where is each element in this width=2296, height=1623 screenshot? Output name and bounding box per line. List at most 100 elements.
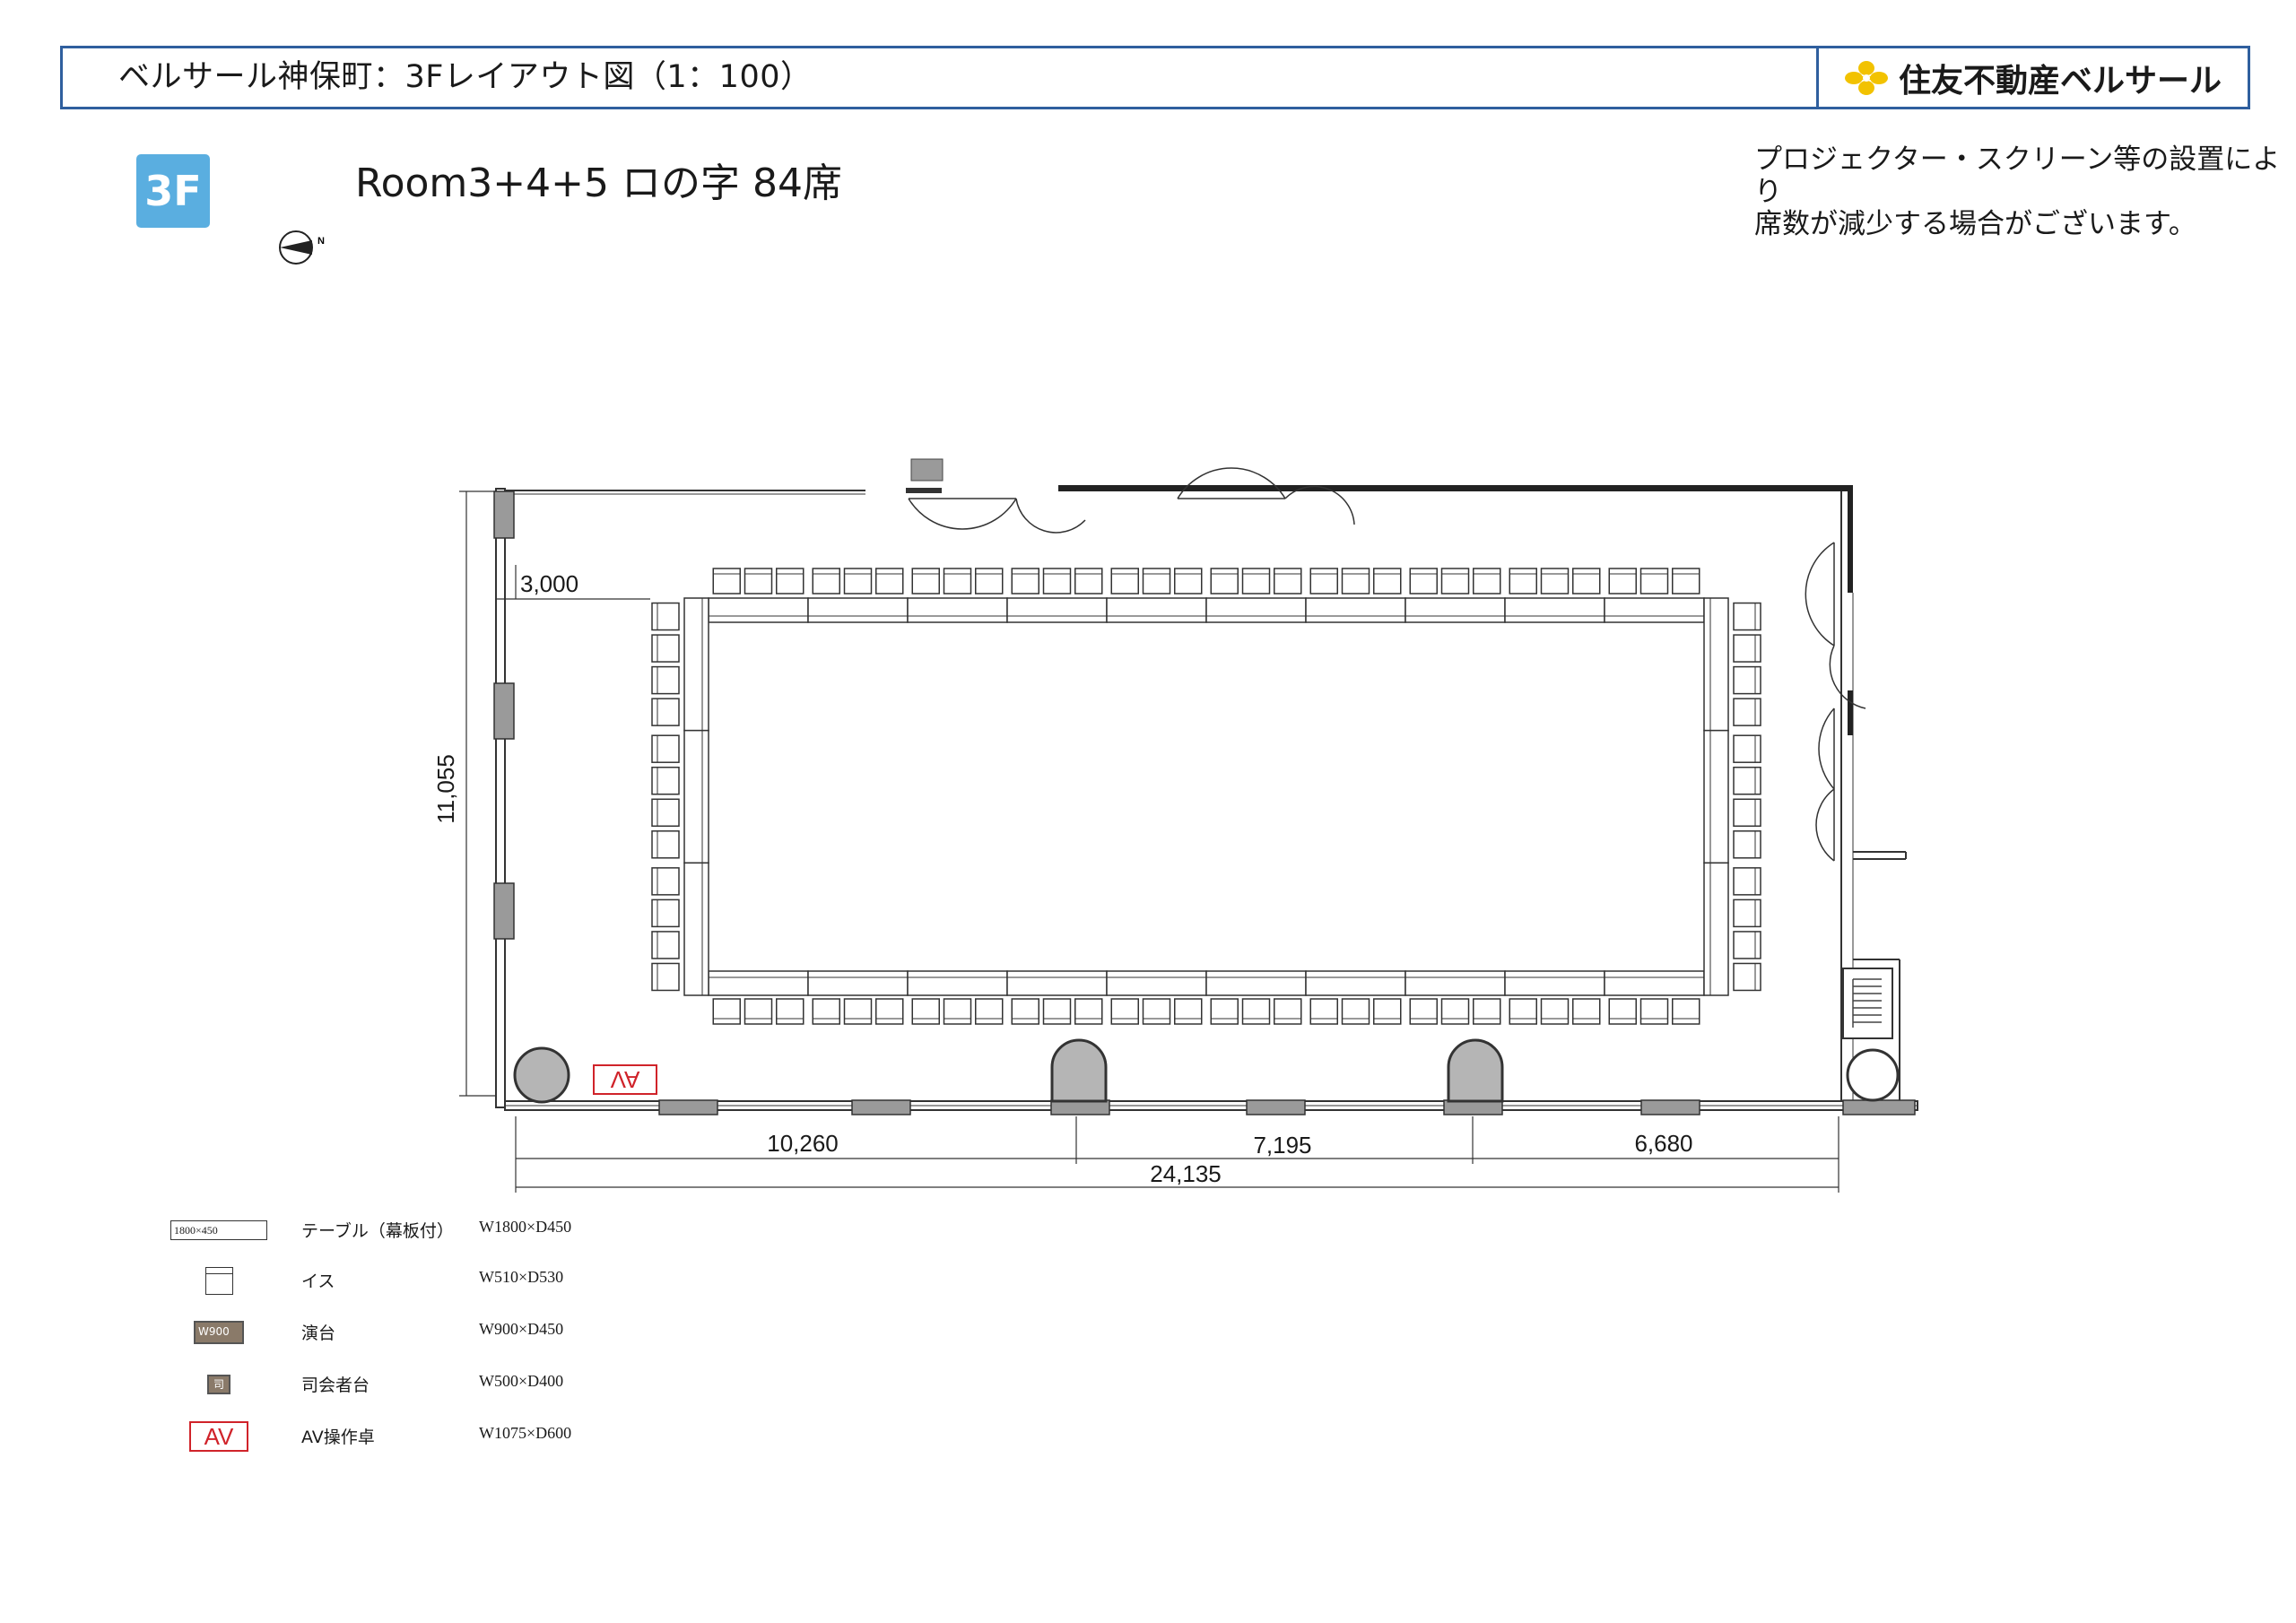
chair — [1274, 568, 1302, 595]
chair — [1733, 830, 1761, 859]
table — [1703, 597, 1729, 732]
table — [1205, 597, 1307, 623]
table — [683, 597, 709, 732]
chair — [1074, 568, 1103, 595]
chair — [651, 734, 680, 763]
chair — [1733, 734, 1761, 763]
legend-size: W900×D450 — [479, 1320, 564, 1338]
dim-seg1: 10,260 — [767, 1130, 839, 1157]
chair — [744, 568, 773, 595]
seating-layout — [651, 568, 1761, 1025]
chair — [1142, 998, 1171, 1025]
table — [683, 862, 709, 996]
table-symbol: 1800×450 — [170, 1220, 267, 1240]
chair — [651, 602, 680, 631]
chair — [1639, 568, 1669, 595]
legend-size: W510×D530 — [479, 1268, 564, 1286]
chair — [1733, 931, 1761, 959]
chair — [1509, 998, 1537, 1025]
table — [1205, 970, 1307, 996]
chair — [651, 698, 680, 726]
chair — [1210, 568, 1239, 595]
chair — [1733, 867, 1761, 896]
chair — [1672, 998, 1700, 1025]
legend-row-table: 1800×450 テーブル（幕板付） W1800×D450 — [0, 1212, 718, 1248]
chair — [1341, 568, 1370, 595]
table — [1703, 862, 1729, 996]
chair — [1733, 898, 1761, 928]
table — [1006, 970, 1108, 996]
table — [807, 970, 909, 996]
chair — [1409, 998, 1438, 1025]
table — [907, 970, 1008, 996]
dim-seg3: 6,680 — [1634, 1130, 1692, 1157]
chair — [1733, 634, 1761, 663]
table — [1703, 729, 1729, 864]
chair — [651, 867, 680, 896]
chair — [1042, 998, 1072, 1025]
av-symbol: AV — [189, 1421, 248, 1452]
chair — [1174, 998, 1203, 1025]
legend-name: AV操作卓 — [301, 1428, 375, 1447]
chair — [1540, 998, 1570, 1025]
chair — [1409, 568, 1438, 595]
table — [708, 970, 809, 996]
chair — [651, 931, 680, 959]
chair — [812, 568, 840, 595]
chair — [1042, 568, 1072, 595]
legend-size: W1800×D450 — [479, 1218, 572, 1236]
chair-symbol — [204, 1266, 233, 1295]
chair — [1672, 568, 1700, 595]
chair — [1733, 665, 1761, 695]
chair — [712, 998, 741, 1025]
chair — [1309, 998, 1338, 1025]
chair — [1733, 962, 1761, 992]
chair — [1608, 998, 1637, 1025]
chair — [1011, 568, 1039, 595]
chair — [1011, 998, 1039, 1025]
table — [1604, 970, 1705, 996]
chair — [975, 568, 1004, 595]
av-desk-label: AV — [610, 1066, 639, 1093]
table — [1504, 970, 1605, 996]
chair — [1473, 998, 1501, 1025]
mc-stand-symbol: 司 — [207, 1375, 230, 1394]
legend-name: テーブル（幕板付） — [301, 1221, 454, 1241]
chair — [1241, 568, 1271, 595]
chair — [1174, 568, 1203, 595]
chair — [1110, 568, 1139, 595]
chair — [1373, 568, 1402, 595]
chair — [943, 998, 972, 1025]
table — [1305, 970, 1406, 996]
table — [708, 597, 809, 623]
chair — [1241, 998, 1271, 1025]
legend-row-mc: 司 司会者台 W500×D400 — [0, 1367, 718, 1402]
chair — [1733, 798, 1761, 828]
chair — [1572, 998, 1601, 1025]
legend-row-podium: W900 演台 W900×D450 — [0, 1315, 718, 1350]
table — [907, 597, 1008, 623]
chair — [651, 898, 680, 928]
table — [683, 729, 709, 864]
chair — [776, 998, 804, 1025]
dim-height: 11,055 — [432, 754, 459, 824]
chair — [1341, 998, 1370, 1025]
chair — [875, 568, 904, 595]
av-desk: AV — [593, 1064, 657, 1095]
chair — [651, 634, 680, 663]
table — [1504, 597, 1605, 623]
chair — [1274, 998, 1302, 1025]
chair — [1639, 998, 1669, 1025]
legend-size: W1075×D600 — [479, 1424, 572, 1442]
legend-size: W500×D400 — [479, 1372, 564, 1390]
chair — [1733, 602, 1761, 631]
chair — [1608, 568, 1637, 595]
chair — [911, 568, 940, 595]
chair — [1540, 568, 1570, 595]
chair — [651, 665, 680, 695]
chair — [1210, 998, 1239, 1025]
chair — [651, 830, 680, 859]
chair — [875, 998, 904, 1025]
legend-name: イス — [301, 1271, 335, 1291]
table — [1405, 970, 1506, 996]
